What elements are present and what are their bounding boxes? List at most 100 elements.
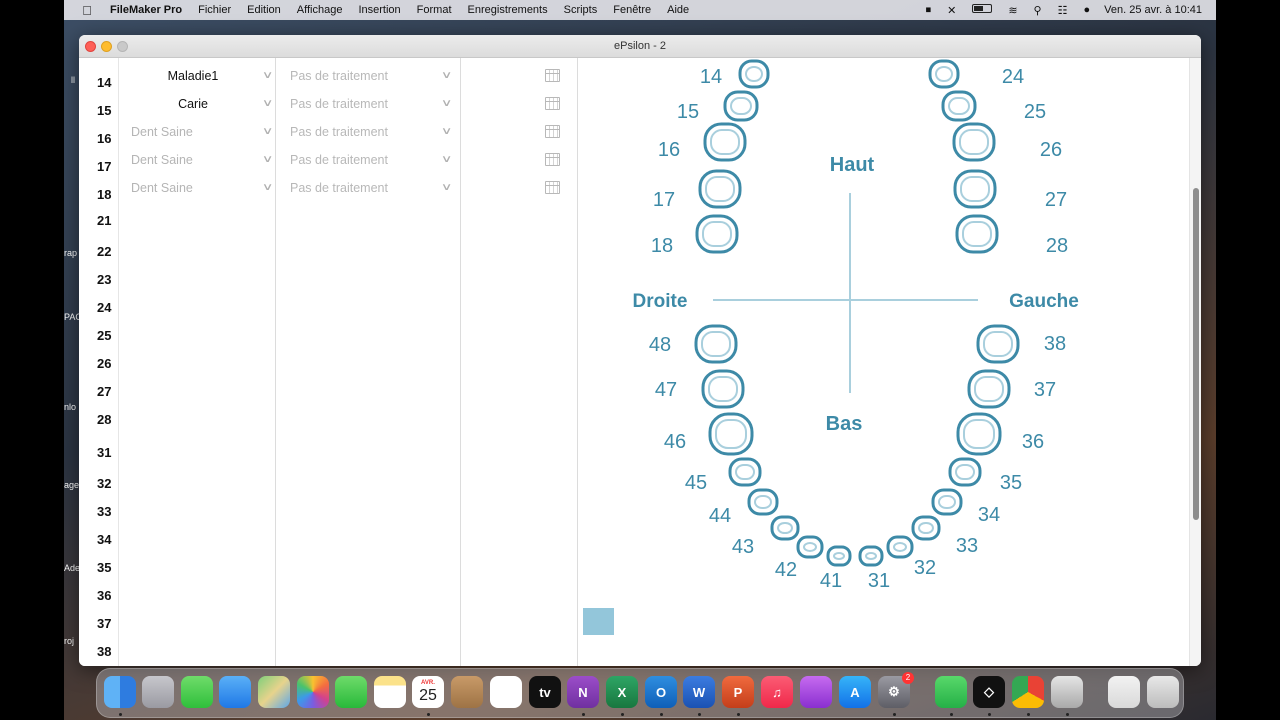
diagnosis-dropdown[interactable]: Dent Saine ∨ [131,121,273,143]
outlook-icon[interactable]: O [645,676,677,708]
chevron-down-icon[interactable]: ∨ [440,149,452,171]
messages-icon[interactable] [181,676,213,708]
menu-fenetre[interactable]: Fenêtre [613,4,651,16]
menu-clock[interactable]: Ven. 25 avr. à 10:41 [1104,4,1202,16]
filemaker-window: ePsilon - 2 14 15 16 17 18 21 22 23 24 25 26 27 28 31… [79,35,1201,666]
trash-icon[interactable] [1147,676,1179,708]
vertical-scrollbar[interactable] [1189,58,1201,666]
diagnosis-dropdown[interactable]: Carie ∨ [131,93,273,115]
calendar-icon[interactable] [545,69,560,82]
treatment-dropdown[interactable]: Pas de traitement ∨ [290,121,452,143]
chevron-down-icon[interactable]: ∨ [261,93,273,115]
minimize-window-button[interactable] [101,41,112,52]
diagnosis-dropdown[interactable]: Maladie1 ∨ [131,65,274,87]
desktop-icon-label: rap [64,248,78,258]
maps-icon[interactable] [258,676,290,708]
appstore-icon[interactable]: A [839,676,871,708]
tooth-label-44: 44 [709,505,731,527]
desktop-icon-label: roj [64,636,75,646]
chevron-down-icon[interactable]: ∨ [440,121,452,143]
chevron-down-icon[interactable]: ∨ [261,121,273,143]
desktop-icon-label: age [64,480,80,490]
tooth-number-label: 22 [97,244,112,259]
powerpoint-icon[interactable]: P [722,676,754,708]
treatment-dropdown[interactable]: Pas de traitement ∨ [290,177,452,199]
dock: AVR. 25 tv N X O W P ♫ A ⚙ 2 ◇ [96,668,1184,718]
chevron-down-icon[interactable]: ∨ [261,177,273,199]
calendar-icon[interactable] [545,181,560,194]
excel-icon[interactable]: X [606,676,638,708]
podcasts-icon[interactable] [800,676,832,708]
running-indicator [698,713,701,716]
running-indicator [582,713,585,716]
menu-bar:  FileMaker Pro Fichier Edition Affichag… [64,0,1216,20]
finder-icon[interactable] [104,676,136,708]
mail-icon[interactable] [219,676,251,708]
battery-icon[interactable] [972,4,993,16]
whatsapp-icon[interactable] [935,676,967,708]
label-haut: Haut [830,154,875,176]
menu-insertion[interactable]: Insertion [358,4,400,16]
diagnosis-value: Dent Saine [131,181,193,195]
chevron-down-icon[interactable]: ∨ [261,65,273,87]
menu-aide[interactable]: Aide [667,4,689,16]
reminders-icon[interactable] [490,676,522,708]
record-stop-icon[interactable]: ⏹ [926,4,932,17]
diagnosis-dropdown[interactable]: Dent Saine ∨ [131,149,273,171]
menu-format[interactable]: Format [417,4,452,16]
chevron-down-icon[interactable]: ∨ [440,177,452,199]
close-window-button[interactable] [85,41,96,52]
wifi-icon[interactable]: ≋ [1008,4,1017,17]
downloads-stack-icon[interactable] [1108,676,1140,708]
onenote-icon[interactable]: N [567,676,599,708]
color-swatch-button[interactable] [583,608,614,635]
vpn-app-icon[interactable]: ◇ [973,676,1005,708]
diagnosis-dropdown[interactable]: Dent Saine ∨ [131,177,273,199]
notes-icon[interactable] [374,676,406,708]
tooth-24 [928,59,960,89]
calendar-app-icon[interactable]: AVR. 25 [412,676,444,708]
printer-icon[interactable] [1051,676,1083,708]
apple-icon[interactable]:  [80,3,94,18]
menu-scripts[interactable]: Scripts [564,4,598,16]
dental-chart: Haut Bas Droite Gauche 1415 16 17 18 2425 26 27 28 4… [633,59,1079,592]
siri-icon[interactable]: ● [1083,4,1090,16]
menu-affichage[interactable]: Affichage [297,4,343,16]
running-indicator [950,713,953,716]
contacts-icon[interactable] [451,676,483,708]
word-icon[interactable]: W [683,676,715,708]
chevron-down-icon[interactable]: ∨ [440,93,452,115]
running-indicator [737,713,740,716]
treatment-value: Pas de traitement [290,69,388,83]
tooth-number-label: 21 [97,213,112,228]
control-center-icon[interactable]: ☷ [1058,4,1068,17]
tooth-number-label: 15 [97,103,112,118]
tooth-label-24: 24 [1002,66,1024,88]
treatment-dropdown[interactable]: Pas de traitement ∨ [290,149,452,171]
menu-enregistrements[interactable]: Enregistrements [468,4,548,16]
menu-edition[interactable]: Edition [247,4,281,16]
running-indicator [119,713,122,716]
menu-app-name[interactable]: FileMaker Pro [110,4,182,16]
appletv-icon[interactable]: tv [529,676,561,708]
treatment-dropdown[interactable]: Pas de traitement ∨ [290,93,452,115]
photos-icon[interactable] [297,676,329,708]
treatment-dropdown[interactable]: Pas de traitement ∨ [290,65,452,87]
spotlight-search-icon[interactable]: ⚲ [1034,4,1042,17]
calendar-icon[interactable] [545,153,560,166]
facetime-icon[interactable] [335,676,367,708]
chevron-down-icon[interactable]: ∨ [440,65,452,87]
chrome-icon[interactable] [1012,676,1044,708]
calendar-icon[interactable] [545,97,560,110]
launchpad-icon[interactable] [142,676,174,708]
scrollbar-thumb[interactable] [1193,188,1199,520]
tooth-label-17: 17 [653,189,675,211]
menu-fichier[interactable]: Fichier [198,4,231,16]
calendar-icon[interactable] [545,125,560,138]
music-icon[interactable]: ♫ [761,676,793,708]
tooth-number-label: 17 [97,159,112,174]
zoom-window-button[interactable] [117,41,128,52]
tooth-number-label: 31 [97,445,112,460]
chevron-down-icon[interactable]: ∨ [261,149,273,171]
bluetooth-off-icon[interactable]: ✕ [947,4,956,17]
